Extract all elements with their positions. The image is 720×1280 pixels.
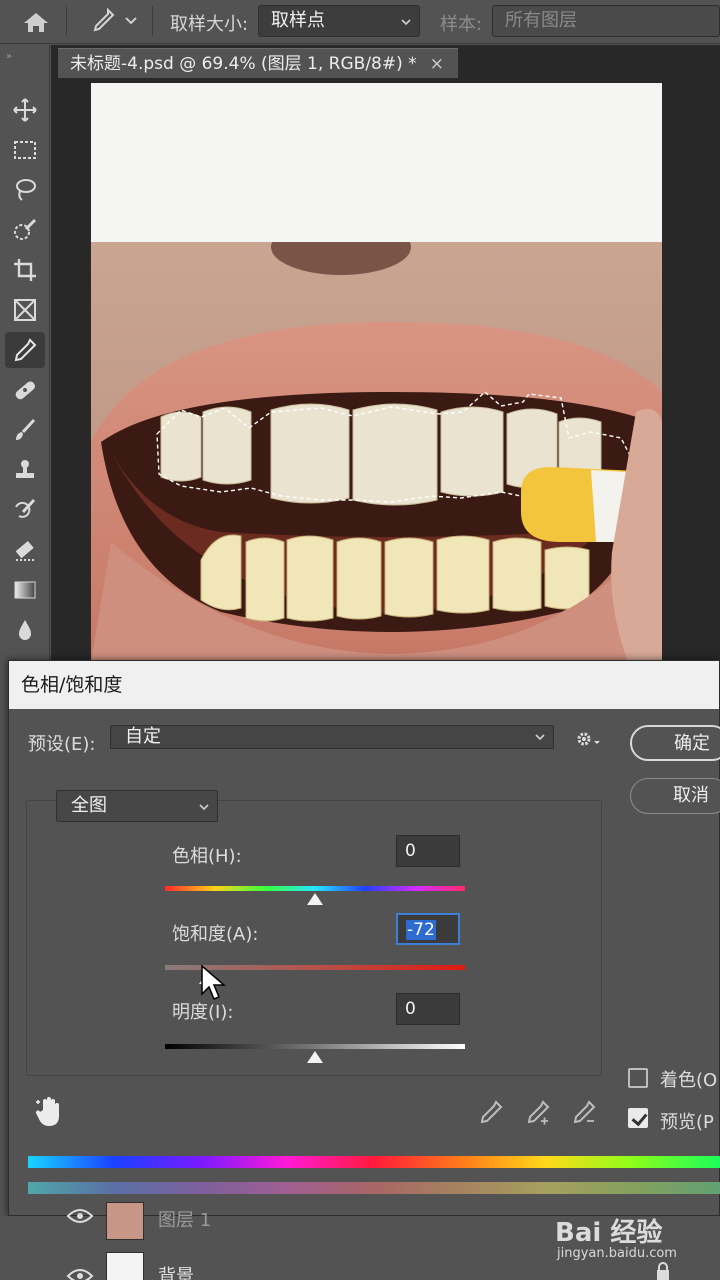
preset-label: 预设(E): [28,734,96,755]
sample-select[interactable]: 所有图层 [492,5,720,37]
gradient-tool-icon[interactable] [5,572,45,608]
quick-selection-tool-icon[interactable] [5,212,45,248]
lightness-label: 明度(I): [172,1002,234,1023]
history-brush-tool-icon[interactable] [5,492,45,528]
sample-size-value: 取样点 [271,10,325,31]
preview-checkbox[interactable] [628,1108,648,1128]
marquee-tool-icon[interactable] [5,132,45,168]
clone-stamp-tool-icon[interactable] [5,452,45,488]
divider [66,6,67,36]
layer-1-name[interactable]: 图层 1 [158,1206,211,1232]
eraser-tool-icon[interactable] [5,532,45,568]
cancel-button-label: 取消 [673,785,709,806]
close-tab-icon[interactable]: × [430,49,444,79]
watermark-logo-text: Bai 经验 [555,1218,663,1248]
visibility-eye-icon[interactable] [66,1268,94,1280]
on-image-adjust-hand-icon[interactable] [34,1096,64,1128]
preset-value: 自定 [125,726,161,747]
saturation-value: -72 [406,920,436,940]
output-color-bar [28,1182,720,1194]
ok-button-label: 确定 [674,733,710,754]
canvas-blank-area[interactable] [91,83,662,243]
sample-size-label: 取样大小: [170,14,249,35]
lightness-value: 0 [405,999,416,1019]
home-icon[interactable] [20,10,52,34]
sample-label: 样本: [440,14,483,35]
cancel-button[interactable]: 取消 [630,778,720,814]
background-layer-name[interactable]: 背景 [158,1262,194,1280]
hue-slider-track[interactable] [165,886,465,891]
document-title: 未标题-4.psd @ 69.4% (图层 1, RGB/8#) * [70,54,417,74]
dialog-title: 色相/饱和度 [9,661,719,709]
document-tab[interactable]: 未标题-4.psd @ 69.4% (图层 1, RGB/8#) * × [58,48,458,78]
visibility-eye-icon[interactable] [66,1208,94,1224]
brush-tool-icon[interactable] [5,412,45,448]
preset-select[interactable]: 自定 [110,725,554,749]
lightness-slider-track[interactable] [165,1044,465,1049]
saturation-input[interactable]: -72 [396,913,460,945]
hue-slider-thumb[interactable] [307,893,323,905]
preset-options-gear-icon[interactable] [572,729,602,749]
sample-value: 所有图层 [505,10,577,31]
eyedropper-add-icon[interactable] [523,1099,551,1127]
panel-collapse-grip[interactable]: » [6,51,12,62]
blur-tool-icon[interactable] [5,612,45,648]
watermark-url: jingyan.baidu.com [557,1246,677,1261]
hue-label: 色相(H): [172,846,242,867]
eyedropper-preset-icon[interactable] [86,6,142,36]
crop-tool-icon[interactable] [5,252,45,288]
chevron-down-icon [401,19,411,26]
chevron-down-icon [199,804,209,811]
frame-tool-icon[interactable] [5,292,45,328]
input-color-bar [28,1156,720,1168]
colorize-checkbox[interactable] [628,1068,648,1088]
eyedropper-subtract-icon[interactable] [569,1099,597,1127]
preview-label: 预览(P [660,1112,714,1133]
background-thumbnail[interactable] [106,1252,144,1280]
saturation-label: 饱和度(A): [172,924,259,945]
lightness-input[interactable]: 0 [396,993,460,1025]
options-bar: 取样大小: 取样点 样本: 所有图层 [0,0,720,44]
healing-brush-tool-icon[interactable] [5,372,45,408]
ok-button[interactable]: 确定 [630,725,720,761]
layer-thumbnail[interactable] [106,1202,144,1240]
adjustment-group-box [26,800,602,1076]
lightness-slider-thumb[interactable] [307,1051,323,1063]
hue-value: 0 [405,841,416,861]
channel-value: 全图 [71,795,107,816]
chevron-down-icon [535,734,545,741]
channel-select[interactable]: 全图 [56,790,218,822]
eyedropper-icon[interactable] [476,1099,504,1127]
divider [152,6,153,36]
canvas-photo-teeth[interactable] [91,242,662,662]
sample-size-select[interactable]: 取样点 [258,5,420,37]
move-tool-icon[interactable] [5,92,45,128]
colorize-label: 着色(O [660,1070,718,1091]
baidu-watermark: Bai 经验 jingyan.baidu.com [555,1212,715,1272]
hue-input[interactable]: 0 [396,835,460,867]
eyedropper-tool-icon[interactable] [5,332,45,368]
lasso-tool-icon[interactable] [5,172,45,208]
